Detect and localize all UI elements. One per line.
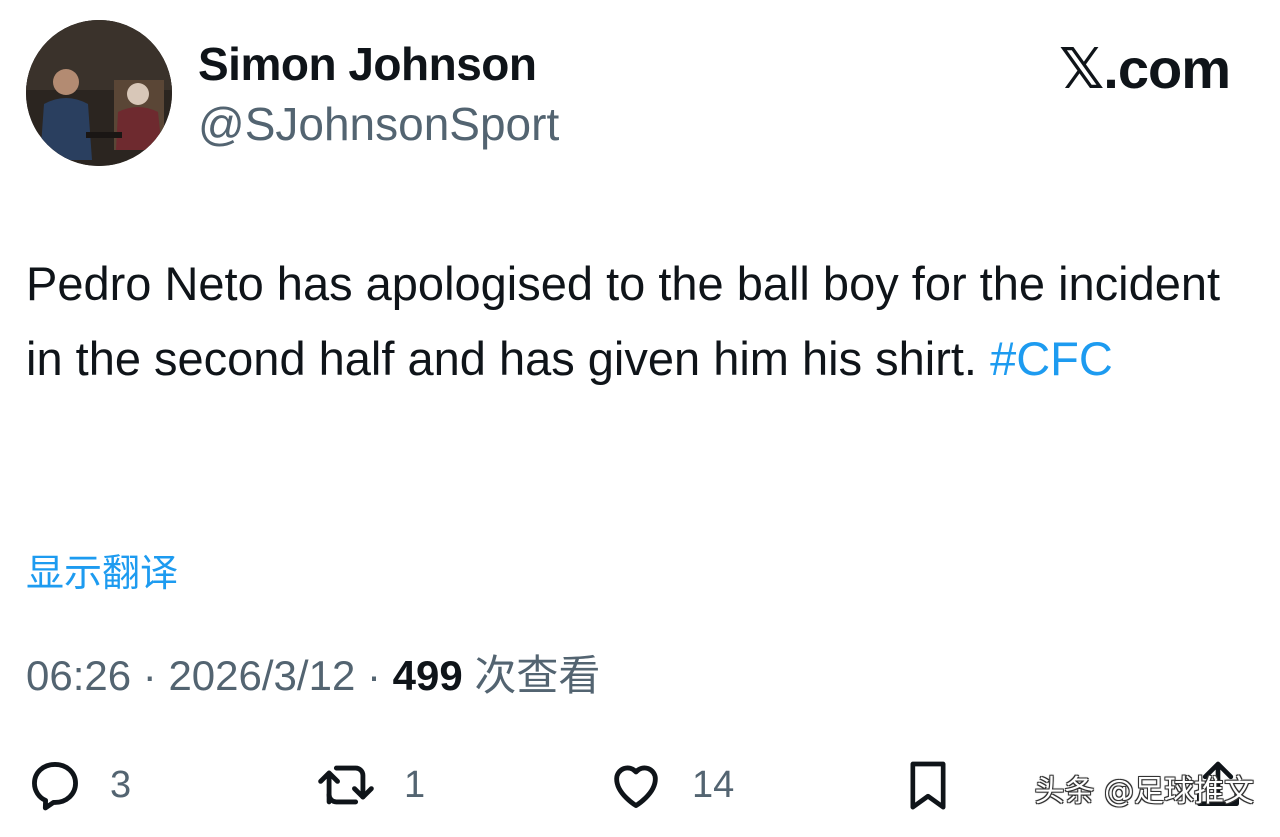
like-button[interactable]: 14 <box>606 752 734 818</box>
tweet-date[interactable]: 2026/3/12 <box>168 652 355 699</box>
views-count: 499 <box>392 652 463 699</box>
watermark: 头条 @足球推文 <box>1034 774 1254 809</box>
retweet-button[interactable]: 1 <box>314 752 425 818</box>
bookmark-button[interactable] <box>900 752 956 818</box>
meta-separator: · <box>142 652 157 699</box>
views-label: 次查看 <box>474 651 601 700</box>
x-logo-icon: 𝕏 <box>1059 37 1104 102</box>
reply-button[interactable]: 3 <box>26 752 131 818</box>
avatar-photo <box>26 20 172 166</box>
reply-icon <box>32 762 78 811</box>
meta-separator: · <box>366 652 381 699</box>
show-translation-link[interactable]: 显示翻译 <box>26 546 178 600</box>
brand-logo: 𝕏.com <box>1059 36 1231 103</box>
avatar[interactable] <box>26 20 172 166</box>
tweet-meta: 06:26 · 2026/3/12 · 499 次查看 <box>26 648 600 704</box>
tweet-text: Pedro Neto has apologised to the ball bo… <box>26 246 1256 396</box>
bookmark-icon <box>910 761 946 810</box>
heart-icon <box>614 765 658 808</box>
reply-count: 3 <box>110 763 132 806</box>
author-handle[interactable]: @SJohnsonSport <box>198 96 559 152</box>
retweet-count: 1 <box>404 763 426 806</box>
author-display-name[interactable]: Simon Johnson <box>198 36 537 92</box>
brand-suffix: .com <box>1103 37 1231 100</box>
tweet-time[interactable]: 06:26 <box>26 652 131 699</box>
hashtag-link[interactable]: #CFC <box>990 332 1113 385</box>
retweet-icon <box>318 765 374 805</box>
like-count: 14 <box>692 763 735 806</box>
